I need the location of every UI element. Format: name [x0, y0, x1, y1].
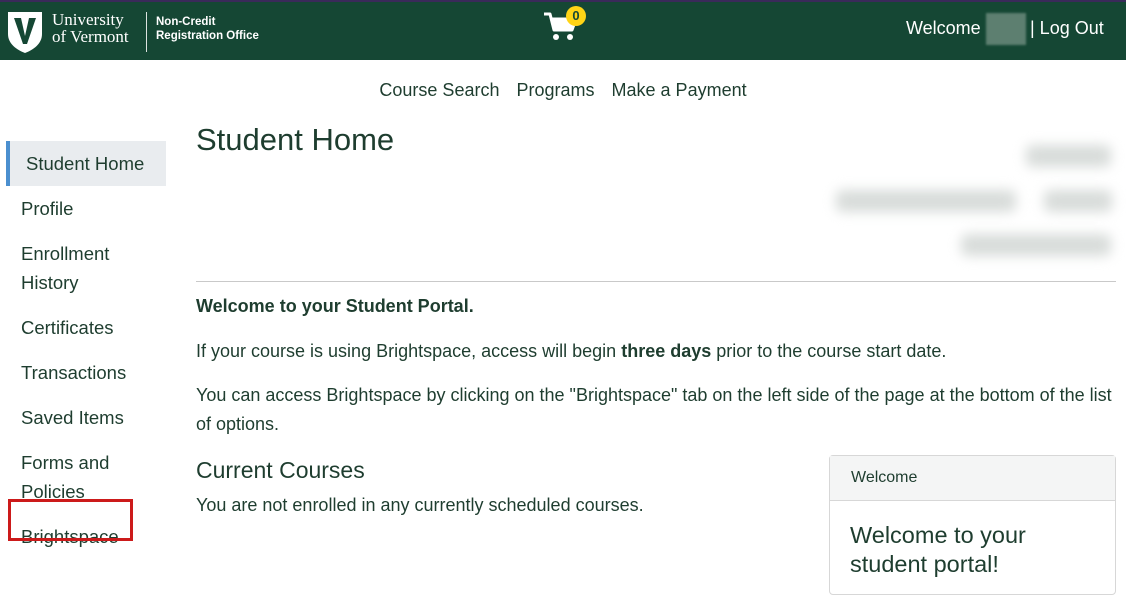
university-line2: of Vermont: [52, 27, 129, 46]
divider: [196, 281, 1116, 282]
office-name: Non-Credit Registration Office: [156, 15, 259, 43]
sidebar-item-transactions[interactable]: Transactions: [6, 350, 166, 395]
welcome-card-body: Welcome to your student portal!: [850, 522, 1026, 577]
brightspace-access-paragraph: If your course is using Brightspace, acc…: [196, 337, 1116, 366]
intro-heading-text: Welcome to your Student Portal.: [196, 296, 474, 316]
sidebar-item-certificates[interactable]: Certificates: [6, 305, 166, 350]
current-courses-empty-message: You are not enrolled in any currently sc…: [196, 495, 644, 515]
current-courses-title: Current Courses: [196, 457, 365, 483]
sidebar-item-enrollment-history[interactable]: Enrollment History: [6, 231, 136, 305]
redacted-info-1: [1026, 145, 1111, 167]
nav-make-payment[interactable]: Make a Payment: [612, 80, 747, 100]
office-line1: Non-Credit: [156, 16, 216, 28]
intro-heading: Welcome to your Student Portal.: [196, 292, 1116, 321]
welcome-card: Welcome Welcome to your student portal!: [829, 455, 1116, 595]
sidebar-item-saved-items[interactable]: Saved Items: [6, 395, 166, 440]
para1-start: If your course is using Brightspace, acc…: [196, 341, 622, 361]
uvm-shield-logo[interactable]: [6, 10, 44, 54]
top-bar: University of Vermont Non-Credit Registr…: [0, 0, 1126, 60]
welcome-card-header: Welcome: [830, 456, 1115, 501]
university-line1: University: [52, 10, 124, 29]
brightspace-instructions-paragraph: You can access Brightspace by clicking o…: [196, 385, 1112, 434]
welcome-text: Welcome: [906, 18, 981, 38]
nav-course-search[interactable]: Course Search: [379, 80, 499, 100]
para1-end: prior to the course start date.: [711, 341, 947, 361]
username-redacted: [986, 13, 1026, 45]
redacted-info-3: [1044, 190, 1112, 212]
sidebar-item-profile[interactable]: Profile: [6, 186, 166, 231]
sidebar-item-student-home[interactable]: Student Home: [6, 141, 166, 186]
redacted-info-4: [961, 234, 1111, 256]
sidebar-item-brightspace[interactable]: Brightspace: [6, 514, 166, 559]
page-title: Student Home: [196, 122, 395, 157]
sidebar: Student Home Profile Enrollment History …: [6, 141, 166, 559]
secondary-nav: Course Search Programs Make a Payment: [0, 80, 1126, 101]
redacted-info-2: [836, 190, 1016, 212]
logout-link[interactable]: | Log Out: [1030, 18, 1104, 39]
office-line2: Registration Office: [156, 30, 259, 42]
logo-divider: [146, 12, 147, 52]
cart-count-badge: 0: [566, 6, 586, 26]
para1-bold: three days: [621, 341, 712, 361]
university-name[interactable]: University of Vermont: [52, 11, 129, 45]
sidebar-item-forms-and-policies[interactable]: Forms and Policies: [6, 440, 126, 514]
nav-programs[interactable]: Programs: [516, 80, 594, 100]
